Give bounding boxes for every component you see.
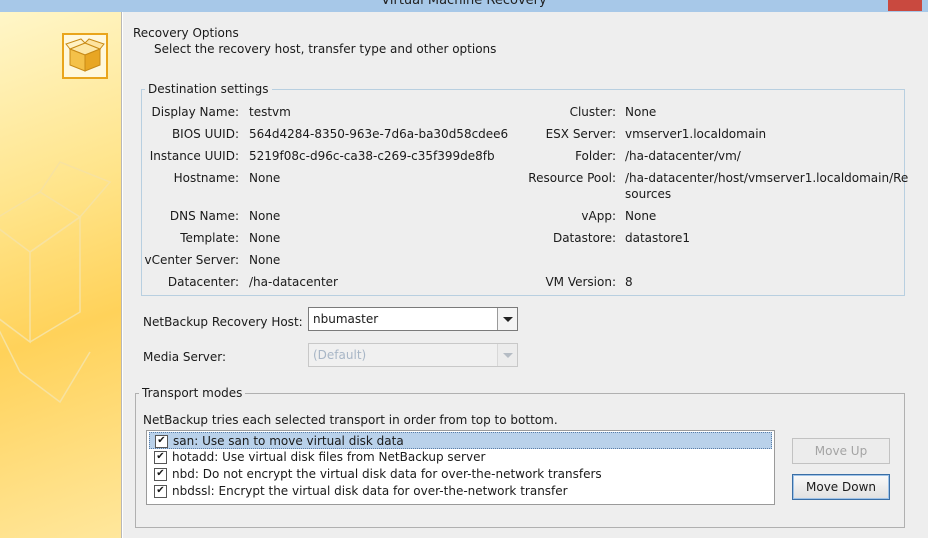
transport-item-label: hotadd: Use virtual disk files from NetB… [172, 450, 486, 464]
media-server-value: (Default) [313, 348, 367, 362]
bios-uuid-value: 564d4284-8350-963e-7d6a-ba30d58cdee6 [249, 127, 509, 141]
wizard-side-banner [0, 12, 122, 538]
package-box-icon [62, 33, 108, 79]
dns-name-value: None [249, 209, 281, 223]
page-title: Recovery Options [133, 26, 239, 40]
template-value: None [249, 231, 281, 245]
chevron-down-icon [497, 344, 517, 366]
vapp-value: None [625, 209, 657, 223]
instance-uuid-label: Instance UUID: [149, 149, 239, 163]
box-watermark-graphic [0, 161, 112, 404]
display-name-value: testvm [249, 105, 291, 119]
recovery-host-select[interactable]: nbumaster [308, 307, 518, 331]
esx-server-label: ESX Server: [545, 127, 616, 141]
folder-label: Folder: [575, 149, 616, 163]
transport-item-label: nbdssl: Encrypt the virtual disk data fo… [172, 484, 568, 498]
transport-item-nbdssl[interactable]: ✔ nbdssl: Encrypt the virtual disk data … [149, 483, 772, 500]
recovery-host-label: NetBackup Recovery Host: [143, 315, 303, 329]
instance-uuid-value: 5219f08c-d96c-ca38-c269-c35f399de8fb [249, 149, 495, 163]
datastore-value: datastore1 [625, 231, 691, 245]
bios-uuid-label: BIOS UUID: [171, 127, 239, 141]
resource-pool-value: /ha-datacenter/host/vmserver1.localdomai… [625, 171, 909, 185]
datacenter-value: /ha-datacenter [249, 275, 338, 289]
recovery-host-value: nbumaster [313, 312, 379, 326]
window-title: Virtual Machine Recovery [381, 0, 547, 8]
datacenter-label: Datacenter: [167, 275, 239, 289]
vm-version-label: VM Version: [545, 275, 616, 289]
main-panel: Recovery Options Select the recovery hos… [122, 12, 928, 538]
transport-modes-legend: Transport modes [142, 386, 243, 400]
transport-checkbox-hotadd[interactable]: ✔ [154, 451, 167, 464]
media-server-select[interactable]: (Default) [308, 343, 518, 367]
transport-item-label: san: Use san to move virtual disk data [173, 434, 404, 448]
move-down-button[interactable]: Move Down [792, 474, 890, 500]
vapp-label: vApp: [581, 209, 616, 223]
transport-checkbox-san[interactable]: ✔ [155, 435, 168, 448]
cluster-value: None [625, 105, 657, 119]
vcenter-server-value: None [249, 253, 281, 267]
display-name-label: Display Name: [151, 105, 240, 119]
transport-mode-list[interactable]: ✔ san: Use san to move virtual disk data… [146, 430, 775, 505]
vcenter-server-label: vCenter Server: [144, 253, 240, 267]
page-subtitle: Select the recovery host, transfer type … [154, 42, 497, 56]
transport-item-san[interactable]: ✔ san: Use san to move virtual disk data [149, 432, 772, 449]
esx-server-value: vmserver1.localdomain [625, 127, 767, 141]
resource-pool-value-wrap: sources [625, 187, 672, 201]
hostname-value: None [249, 171, 281, 185]
vm-version-value: 8 [625, 275, 633, 289]
resource-pool-label: Resource Pool: [528, 171, 616, 185]
transport-modes-group: Transport modes NetBackup tries each sel… [135, 386, 905, 528]
cluster-label: Cluster: [569, 105, 616, 119]
transport-item-label: nbd: Do not encrypt the virtual disk dat… [172, 467, 602, 481]
dns-name-label: DNS Name: [169, 209, 239, 223]
transport-description: NetBackup tries each selected transport … [143, 413, 558, 427]
template-label: Template: [180, 231, 239, 245]
transport-item-hotadd[interactable]: ✔ hotadd: Use virtual disk files from Ne… [149, 449, 772, 466]
transport-item-nbd[interactable]: ✔ nbd: Do not encrypt the virtual disk d… [149, 466, 772, 483]
move-up-button[interactable]: Move Up [792, 438, 890, 464]
datastore-label: Datastore: [552, 231, 616, 245]
destination-settings-legend: Destination settings [148, 82, 269, 96]
transport-checkbox-nbdssl[interactable]: ✔ [154, 485, 167, 498]
folder-value: /ha-datacenter/vm/ [625, 149, 741, 163]
close-window-button[interactable] [888, 0, 922, 11]
media-server-label: Media Server: [143, 350, 227, 364]
chevron-down-icon[interactable] [497, 308, 517, 330]
transport-checkbox-nbd[interactable]: ✔ [154, 468, 167, 481]
hostname-label: Hostname: [173, 171, 239, 185]
